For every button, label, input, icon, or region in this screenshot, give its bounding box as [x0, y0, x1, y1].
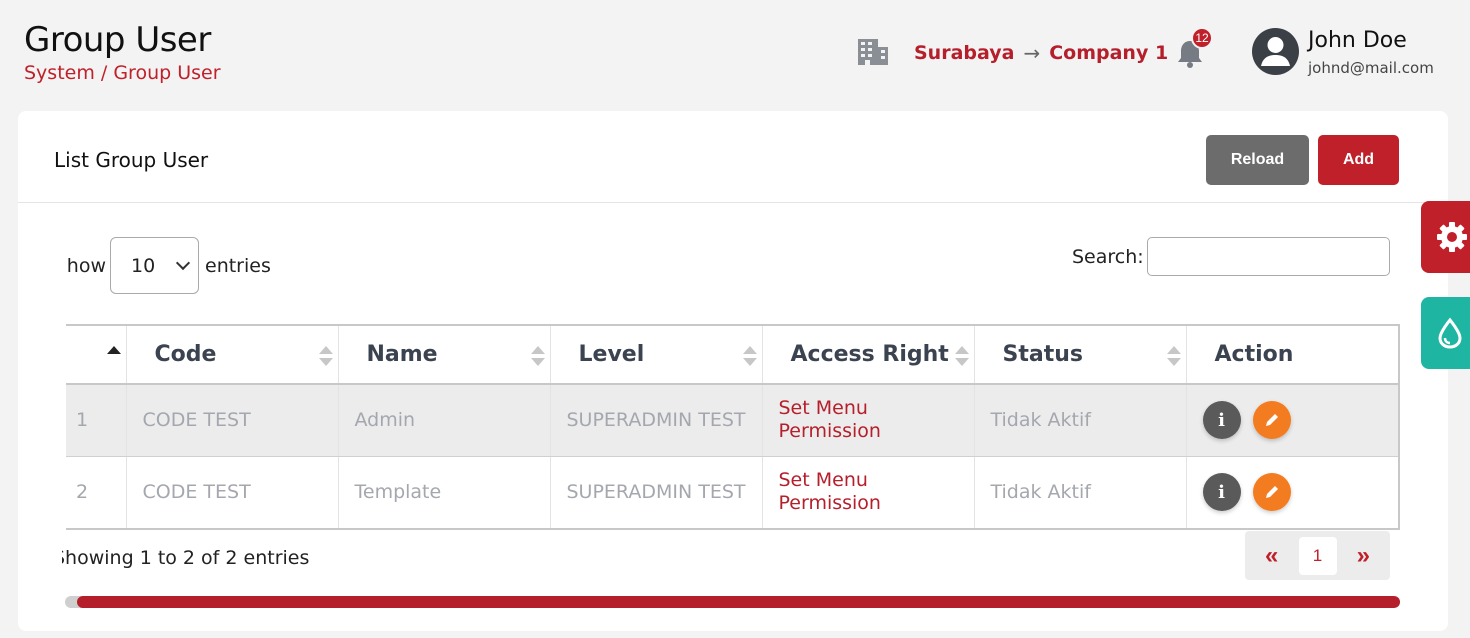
sort-icon: [742, 346, 757, 368]
pagination: « 1 »: [1245, 531, 1390, 580]
cell-code: CODE TEST: [126, 456, 339, 528]
droplet-icon: [1438, 317, 1462, 349]
cell-name: Admin: [338, 384, 551, 457]
column-header-code[interactable]: Code: [126, 326, 339, 385]
table-row: 2 CODE TEST Template SUPERADMIN TEST Set…: [66, 456, 1398, 528]
page-length-value: 10: [131, 254, 156, 277]
group-user-card: List Group User Reload Add Show 10 entri…: [18, 111, 1448, 631]
next-page-button[interactable]: »: [1357, 542, 1370, 570]
search-input[interactable]: [1147, 237, 1390, 276]
page-button-current[interactable]: 1: [1298, 536, 1337, 575]
user-name[interactable]: John Doe: [1308, 28, 1407, 53]
gear-icon: [1437, 222, 1467, 252]
user-email: johnd@mail.com: [1308, 59, 1434, 77]
cell-action: i: [1186, 384, 1398, 457]
location-company: Company 1: [1049, 42, 1169, 64]
column-header-status[interactable]: Status: [974, 326, 1187, 385]
sort-asc-icon: [106, 346, 121, 368]
entries-label: entries: [205, 254, 271, 277]
add-button[interactable]: Add: [1318, 135, 1399, 185]
column-header-action: Action: [1186, 326, 1398, 385]
data-table: Code Name Level Access Right Status Acti…: [66, 326, 1398, 528]
cell-code: CODE TEST: [126, 384, 339, 457]
theme-button[interactable]: [1421, 297, 1470, 369]
table-header-row: Code Name Level Access Right Status Acti…: [66, 326, 1398, 385]
page-length-select[interactable]: 10: [110, 237, 199, 294]
cell-name: Template: [338, 456, 551, 528]
sort-icon: [318, 346, 333, 368]
table-row: 1 CODE TEST Admin SUPERADMIN TEST Set Me…: [66, 384, 1398, 457]
info-icon[interactable]: i: [1202, 401, 1241, 440]
search-label: Search:: [1072, 246, 1144, 268]
cell-level: SUPERADMIN TEST: [550, 456, 763, 528]
card-title: List Group User: [54, 148, 209, 172]
sort-icon: [1166, 346, 1181, 368]
info-icon[interactable]: i: [1202, 473, 1241, 511]
cell-status: Tidak Aktif: [974, 456, 1187, 528]
settings-button[interactable]: [1421, 201, 1470, 273]
sort-icon: [954, 346, 969, 368]
column-header-name[interactable]: Name: [338, 326, 551, 385]
user-avatar-icon[interactable]: [1252, 28, 1299, 75]
set-menu-permission-link[interactable]: Set Menu Permission: [762, 384, 975, 457]
card-header: List Group User Reload Add: [18, 111, 1448, 203]
location-city: Surabaya: [914, 42, 1015, 64]
page-title: Group User: [24, 20, 211, 60]
pencil-icon[interactable]: [1252, 401, 1291, 440]
cell-status: Tidak Aktif: [974, 384, 1187, 457]
location-switcher[interactable]: Surabaya → Company 1: [914, 41, 1168, 65]
previous-page-button[interactable]: «: [1265, 542, 1278, 570]
chevron-down-icon: [175, 255, 191, 270]
reload-button[interactable]: Reload: [1206, 135, 1309, 185]
horizontal-scrollbar-thumb[interactable]: [77, 596, 1400, 608]
show-label: Show: [66, 254, 106, 277]
pencil-icon[interactable]: [1252, 473, 1291, 511]
notification-badge: 12: [1191, 27, 1213, 49]
column-header-level[interactable]: Level: [550, 326, 763, 385]
cell-action: i: [1186, 456, 1398, 528]
sort-icon: [530, 346, 545, 368]
breadcrumb[interactable]: System / Group User: [24, 62, 221, 84]
cell-no: 1: [66, 384, 127, 457]
page-length-control: Show 10 entries: [66, 237, 271, 294]
column-header-access-right[interactable]: Access Right: [762, 326, 975, 385]
building-icon: [858, 39, 888, 65]
table-info: Showing 1 to 2 of 2 entries: [62, 547, 310, 569]
data-table-wrapper[interactable]: Code Name Level Access Right Status Acti…: [66, 324, 1400, 530]
cell-no: 2: [66, 456, 127, 528]
column-header-no[interactable]: [66, 326, 127, 385]
set-menu-permission-link[interactable]: Set Menu Permission: [762, 456, 975, 528]
cell-level: SUPERADMIN TEST: [550, 384, 763, 457]
arrow-right-icon: →: [1023, 41, 1041, 65]
